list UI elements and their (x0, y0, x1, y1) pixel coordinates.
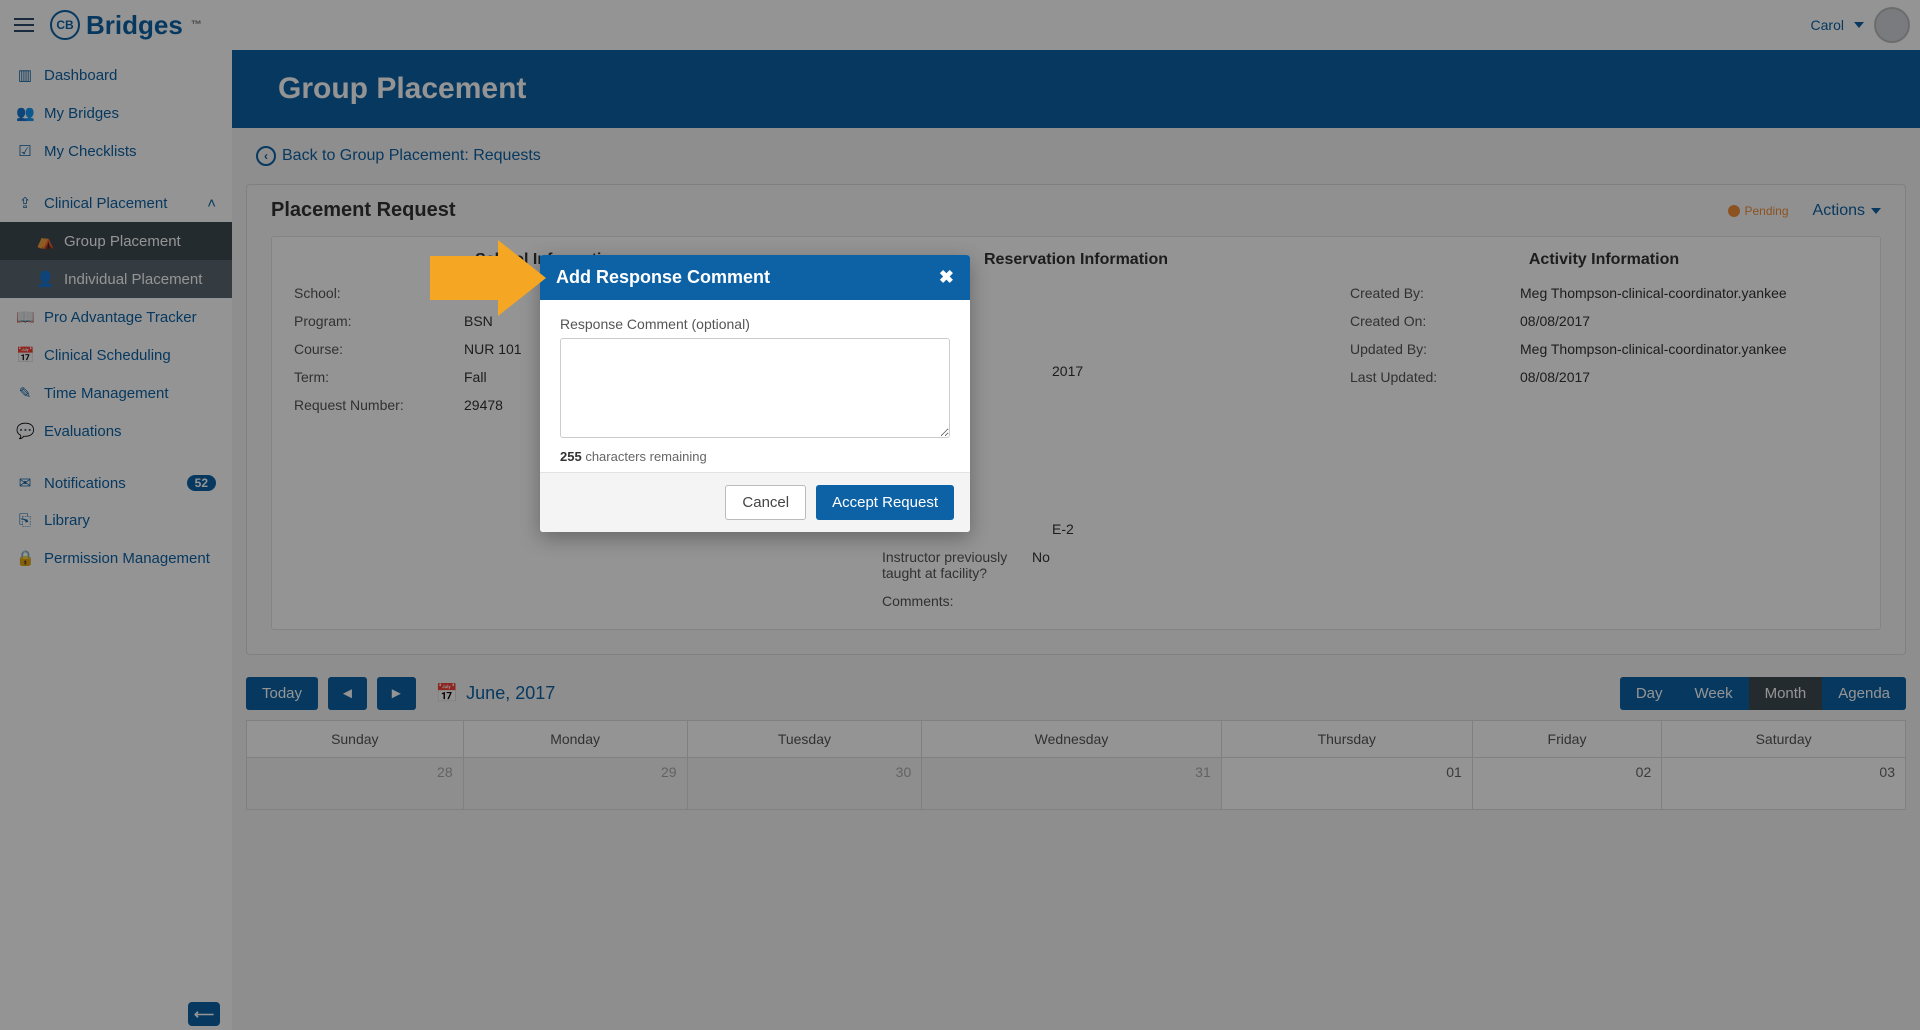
modal-title: Add Response Comment (556, 267, 770, 288)
close-icon[interactable]: ✖ (939, 267, 954, 288)
cancel-button[interactable]: Cancel (725, 485, 806, 520)
add-response-comment-modal: Add Response Comment ✖ Response Comment … (540, 255, 970, 532)
annotation-arrow-icon (430, 256, 500, 300)
response-comment-label: Response Comment (optional) (560, 316, 950, 332)
char-count: 255 (560, 449, 582, 464)
characters-remaining: 255 characters remaining (560, 449, 950, 464)
char-suffix: characters remaining (582, 449, 707, 464)
response-comment-textarea[interactable] (560, 338, 950, 438)
accept-request-button[interactable]: Accept Request (816, 485, 954, 520)
